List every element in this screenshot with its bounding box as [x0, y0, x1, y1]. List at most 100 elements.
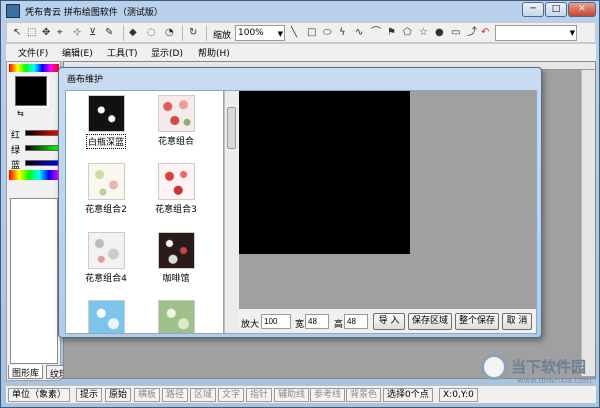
mode-pointer[interactable]: 指针: [246, 388, 273, 402]
fill-icon[interactable]: ◆: [129, 27, 137, 39]
flag-icon[interactable]: ⚑: [387, 27, 396, 39]
lasso-icon[interactable]: ◔: [165, 27, 174, 39]
restore-button[interactable]: □: [545, 2, 567, 17]
line-icon[interactable]: ╲: [291, 27, 297, 39]
close-button[interactable]: ✕: [568, 2, 596, 17]
width-input[interactable]: [305, 314, 329, 329]
polygon-icon[interactable]: ⬠: [403, 27, 412, 39]
texture-thumbnail: [87, 300, 125, 333]
mode-background[interactable]: 背景色: [346, 388, 382, 402]
color-panel: ⇆ 红 绿 蓝: [6, 61, 61, 381]
texture-preview-area: [239, 91, 536, 309]
texture-item[interactable]: 花意组合: [140, 95, 212, 147]
color-spectrum[interactable]: [9, 64, 59, 72]
tab-shape-library[interactable]: 图形库: [8, 365, 44, 379]
hint-button[interactable]: 提示: [76, 388, 103, 402]
mode-text[interactable]: 文字: [218, 388, 245, 402]
app-icon: [6, 4, 20, 18]
current-color-swatch[interactable]: [15, 76, 47, 106]
watermark-url: www.downxia.com: [517, 376, 592, 385]
texture-item[interactable]: [140, 300, 212, 333]
menu-help[interactable]: 帮助(H): [198, 46, 230, 59]
dialog-title: 画布维护: [67, 75, 104, 85]
texture-item[interactable]: [70, 300, 142, 333]
texture-item[interactable]: 白瓶深蓝: [70, 95, 142, 149]
bezier-icon[interactable]: ⤴: [467, 27, 477, 39]
toolbar-separator: [182, 25, 183, 41]
scrollbar-thumb[interactable]: [227, 107, 236, 149]
main-window: 凭布青云 拼布绘图软件（测试版） ─ □ ✕ ↖ ⬚ ✥ ⌖ ⊹ ⊻ ✎ ◆ ◌…: [0, 0, 600, 408]
cursor-coords: X:0,Y:0: [439, 388, 478, 402]
minimize-button[interactable]: ─: [522, 2, 544, 17]
star-icon[interactable]: ☆: [419, 27, 428, 39]
scale-label: 放大: [241, 320, 260, 330]
zigzag-icon[interactable]: ϟ: [339, 27, 346, 39]
menu-tools[interactable]: 工具(T): [107, 46, 138, 59]
texture-thumbnail: [157, 232, 195, 269]
page-icon[interactable]: ▭: [451, 27, 460, 39]
texture-item[interactable]: 花意组合3: [140, 163, 212, 215]
mode-original[interactable]: 原始: [105, 388, 132, 402]
ellipse-select-icon[interactable]: ◌: [147, 27, 156, 39]
undo-icon[interactable]: ↶: [481, 27, 489, 39]
red-label: 红: [11, 131, 21, 141]
ellipse-icon[interactable]: ⬭: [323, 27, 332, 39]
rect-select-icon[interactable]: ⬚: [27, 27, 36, 39]
pointer-icon[interactable]: ↖: [13, 27, 21, 39]
status-bar: 单位（象素） 提示 原始 横板 路径 区域 文字 指针 辅助线 参考线 背景色 …: [6, 385, 596, 403]
curve-icon[interactable]: ∿: [355, 27, 363, 39]
toolbar-separator: [123, 25, 124, 41]
texture-item[interactable]: 咖啡馆: [140, 232, 212, 284]
node-edit-icon[interactable]: ✎: [105, 27, 113, 39]
texture-label: 花意组合4: [85, 274, 127, 284]
move-icon[interactable]: ✥: [42, 27, 50, 39]
rotate-icon[interactable]: ↻: [189, 27, 197, 39]
node-add-icon[interactable]: ⊹: [73, 27, 81, 39]
zoom-value: 100%: [238, 28, 264, 38]
circle-icon[interactable]: ●: [435, 27, 444, 39]
mode-region[interactable]: 区域: [190, 388, 217, 402]
save-area-button[interactable]: 保存区域: [408, 313, 452, 330]
arc-icon[interactable]: ⌒: [371, 27, 381, 39]
cancel-button[interactable]: 取 消: [502, 313, 532, 330]
title-bar: 凭布青云 拼布绘图软件（测试版） ─ □ ✕: [1, 1, 599, 21]
menu-edit[interactable]: 编辑(E): [62, 46, 93, 59]
workspace-scrollbar[interactable]: [581, 70, 595, 376]
texture-thumbnail: [87, 95, 125, 132]
style-select[interactable]: ▼: [495, 25, 577, 41]
selection-status: 选择0个点: [383, 388, 433, 402]
texture-label: 咖啡馆: [162, 274, 190, 284]
red-slider[interactable]: [25, 130, 59, 136]
rectangle-icon[interactable]: □: [307, 27, 316, 39]
texture-item[interactable]: 花意组合2: [70, 163, 142, 215]
zoom-label: 缩放: [213, 31, 232, 41]
texture-list[interactable]: 白瓶深蓝 花意组合 花意组合2 花意组合3 花意组合4 咖啡馆: [66, 91, 224, 333]
texture-preview-canvas: [239, 91, 410, 254]
menu-display[interactable]: 显示(D): [151, 46, 183, 59]
mode-path[interactable]: 路径: [162, 388, 189, 402]
save-all-button[interactable]: 整个保存: [455, 313, 499, 330]
zoom-select[interactable]: 100% ▼: [235, 25, 285, 41]
height-input[interactable]: [344, 314, 368, 329]
chevron-down-icon: ▼: [569, 29, 575, 37]
texture-list-scrollbar[interactable]: [224, 91, 238, 333]
menu-file[interactable]: 文件(F): [18, 46, 48, 59]
library-list[interactable]: [10, 198, 58, 364]
node-delete-icon[interactable]: ⊻: [89, 27, 96, 39]
import-button[interactable]: 导 入: [373, 313, 405, 330]
swap-colors-icon[interactable]: ⇆: [17, 109, 24, 118]
green-slider[interactable]: [25, 145, 59, 151]
height-label: 高: [334, 320, 344, 330]
blue-slider[interactable]: [25, 160, 59, 166]
toolbar: ↖ ⬚ ✥ ⌖ ⊹ ⊻ ✎ ◆ ◌ ◔ ↻ 缩放 100% ▼ ╲ □ ⬭ ϟ …: [6, 22, 596, 43]
toolbar-separator: [206, 25, 207, 41]
color-palette[interactable]: [9, 170, 59, 180]
node-icon[interactable]: ⌖: [57, 27, 63, 39]
mode-guide[interactable]: 辅助线: [274, 388, 310, 402]
mode-template[interactable]: 横板: [134, 388, 161, 402]
texture-label: 花意组合2: [85, 205, 127, 215]
watermark-logo-icon: [481, 354, 507, 380]
texture-item[interactable]: 花意组合4: [70, 232, 142, 284]
scale-input[interactable]: [261, 314, 291, 329]
mode-reference[interactable]: 参考线: [310, 388, 346, 402]
